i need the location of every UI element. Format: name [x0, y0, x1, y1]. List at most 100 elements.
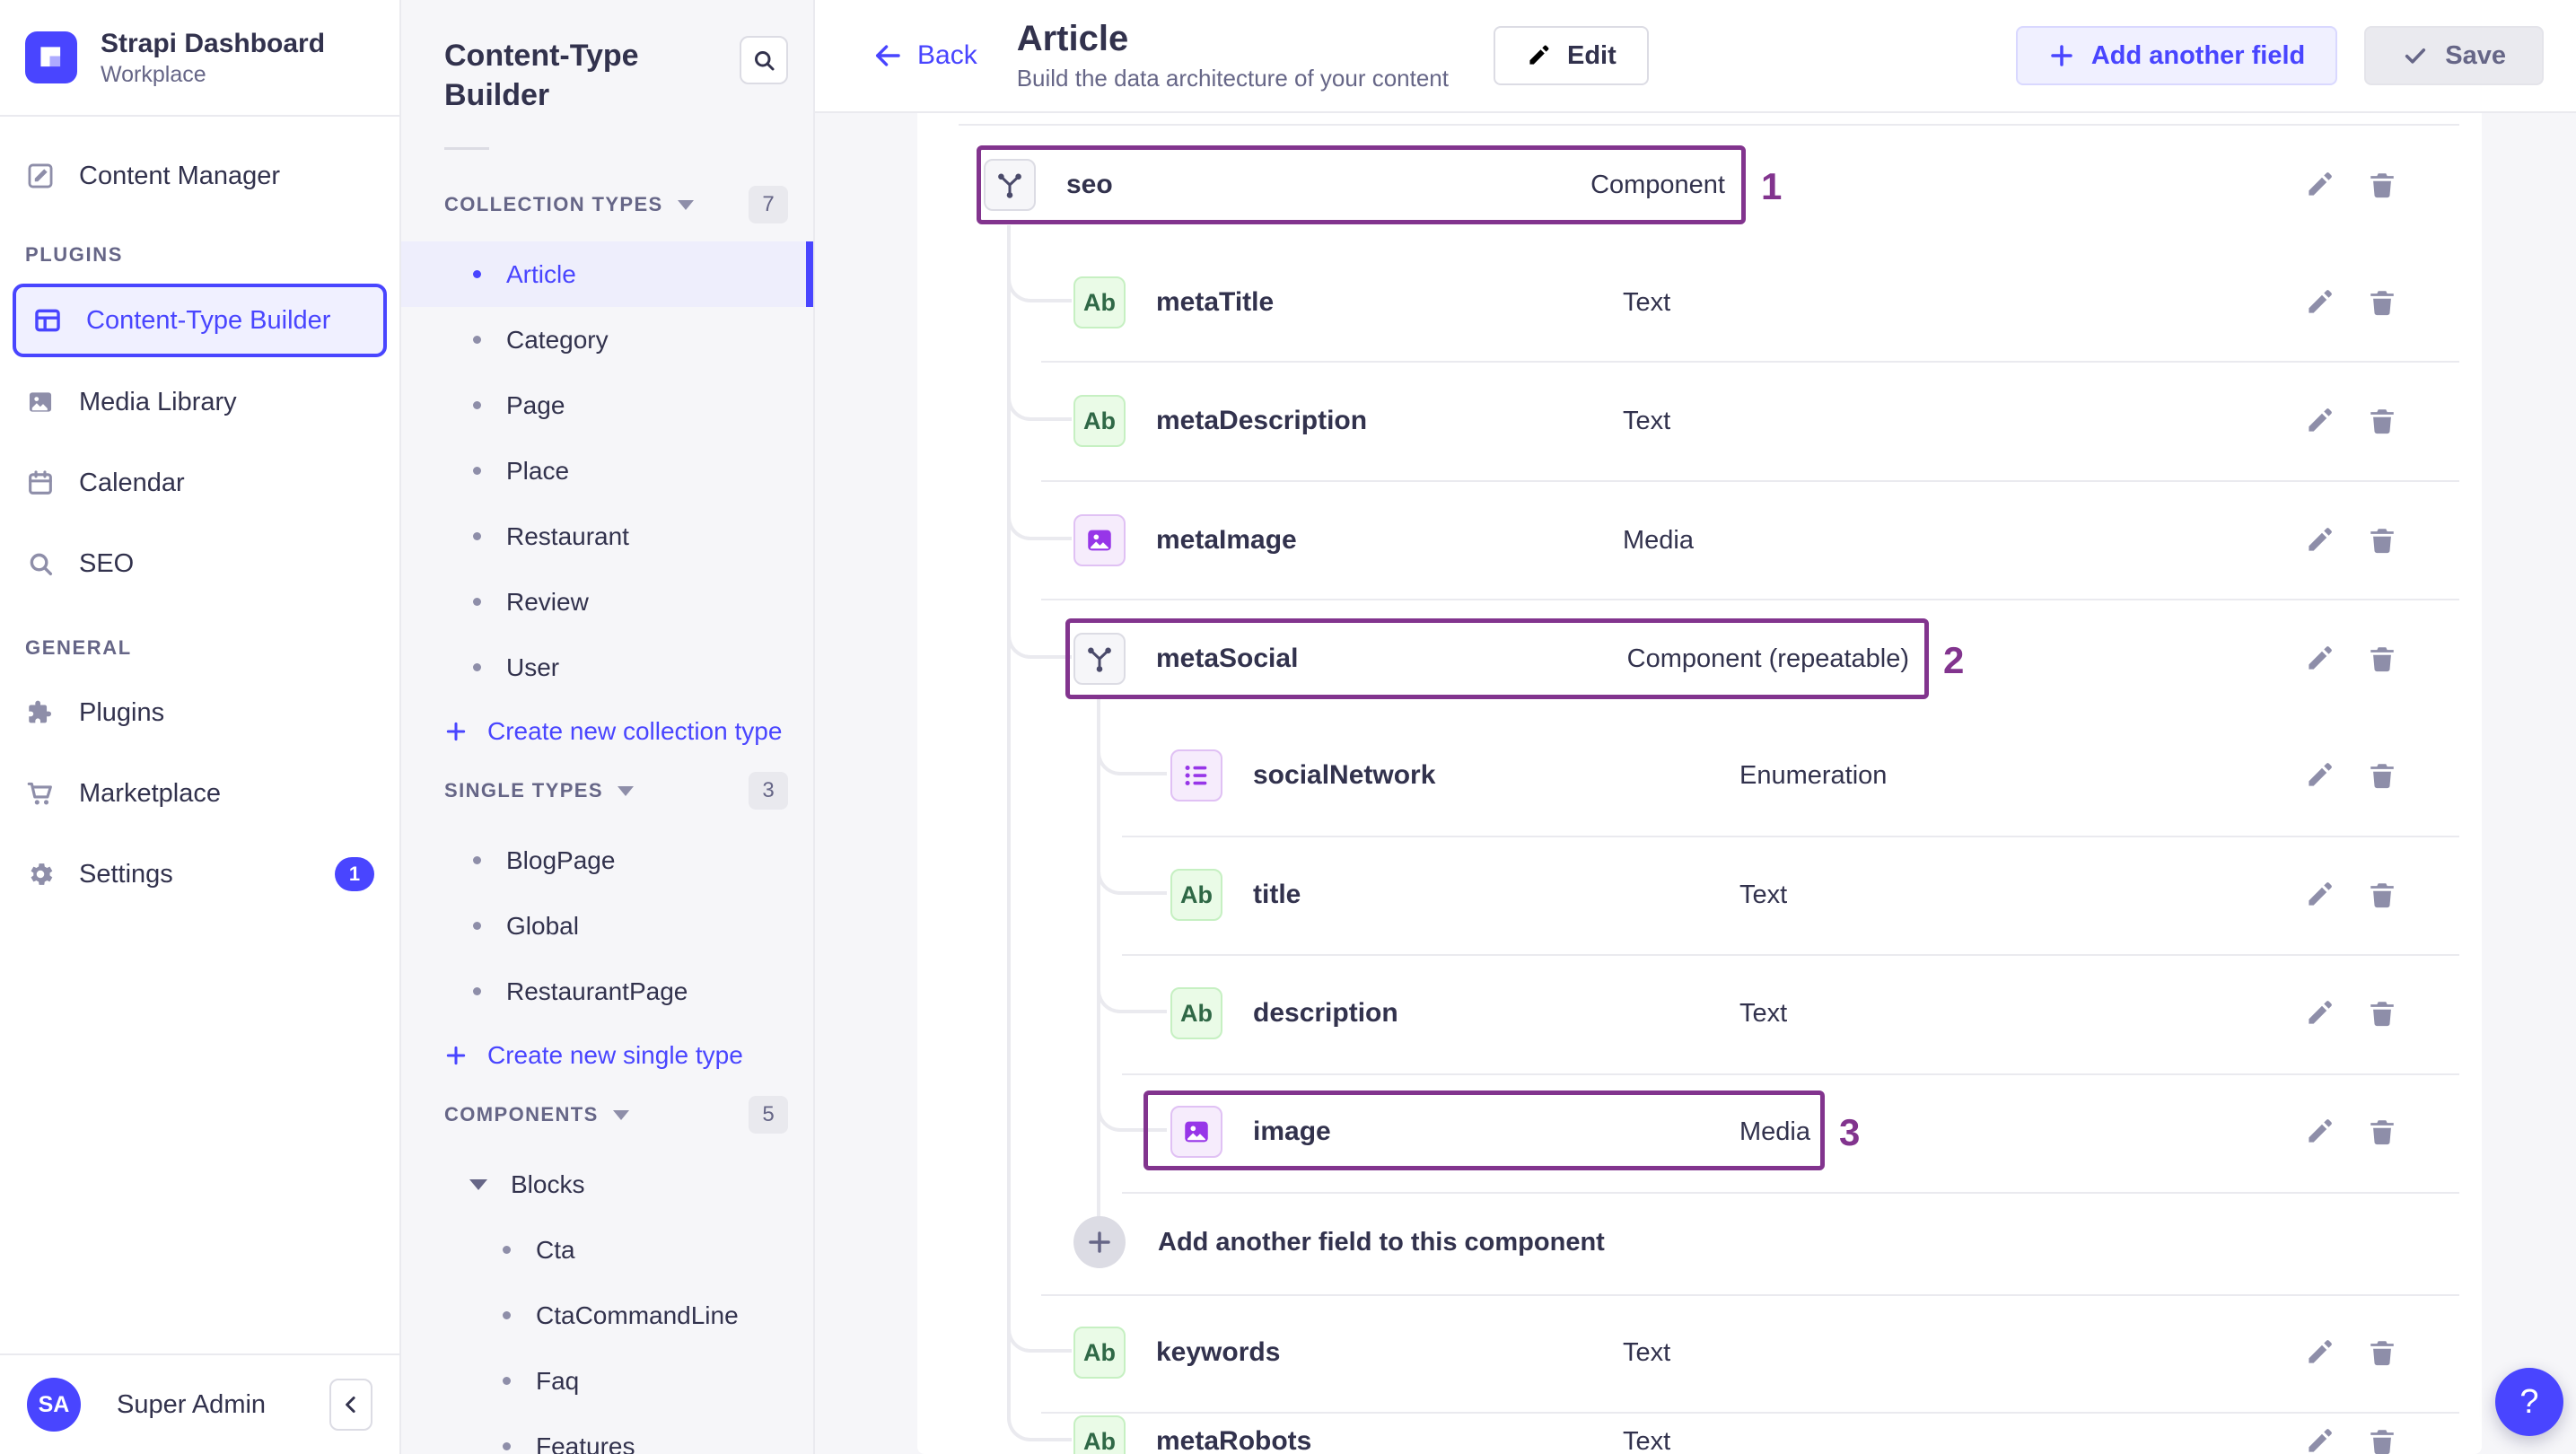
group-components[interactable]: COMPONENTS 5: [401, 1096, 813, 1134]
bullet-icon: [503, 1246, 511, 1255]
page-title: Article: [1016, 18, 1129, 58]
group-label: SINGLE TYPES: [444, 779, 603, 802]
delete-field-button[interactable]: [2367, 1117, 2397, 1147]
create-collection-type-link[interactable]: Create new collection type: [401, 700, 813, 763]
delete-field-button[interactable]: [2367, 170, 2397, 200]
bullet-icon: [473, 987, 481, 996]
search-icon: [25, 548, 56, 579]
sidebar-item-cta[interactable]: Cta: [401, 1217, 813, 1283]
field-type: Media: [1739, 1117, 1810, 1146]
sidebar-item-restaurantpage[interactable]: RestaurantPage: [401, 959, 813, 1024]
sidebar-item-content-manager[interactable]: Content Manager: [0, 144, 399, 208]
sidebar-item-seo[interactable]: SEO: [0, 531, 399, 596]
add-field-to-component-button[interactable]: Add another field to this component: [917, 1202, 2482, 1283]
add-field-to-component-label: Add another field to this component: [1158, 1227, 1605, 1257]
delete-field-button[interactable]: [2367, 1426, 2397, 1454]
help-button[interactable]: ?: [2495, 1368, 2563, 1436]
sidebar-item-label: Calendar: [79, 468, 185, 497]
sidebar-section-plugins: PLUGINS: [25, 243, 123, 266]
page-subtitle: Build the data architecture of your cont…: [1016, 64, 1449, 92]
pencil-icon: [2304, 644, 2335, 674]
edit-field-button[interactable]: [2304, 170, 2335, 200]
group-collection-types[interactable]: COLLECTION TYPES 7: [401, 186, 813, 224]
save-button[interactable]: Save: [2364, 26, 2544, 85]
sidebar-item-content-type-builder[interactable]: Content-Type Builder: [13, 284, 387, 357]
item-label: Place: [506, 456, 570, 485]
component-category-blocks[interactable]: Blocks: [401, 1152, 813, 1217]
edit-field-button[interactable]: [2304, 287, 2335, 318]
field-row-metasocial: metaSocial Component (repeatable): [917, 618, 2482, 699]
edit-field-button[interactable]: [2304, 760, 2335, 791]
add-another-field-button[interactable]: Add another field: [2015, 26, 2338, 85]
field-name: metaRobots: [1156, 1426, 1312, 1454]
sidebar-item-plugins[interactable]: Plugins: [0, 680, 399, 745]
media-field-icon: [1073, 514, 1126, 566]
delete-field-button[interactable]: [2367, 880, 2397, 910]
back-button[interactable]: Back: [872, 40, 977, 71]
trash-icon: [2367, 406, 2397, 436]
search-button[interactable]: [740, 36, 788, 84]
field-name: metaDescription: [1156, 406, 1368, 435]
edit-field-button[interactable]: [2304, 644, 2335, 674]
sidebar-item-category[interactable]: Category: [401, 307, 813, 372]
save-label: Save: [2445, 40, 2506, 70]
sidebar-item-article[interactable]: Article: [401, 241, 813, 308]
sidebar-item-label: Media Library: [79, 387, 237, 416]
sidebar-item-global[interactable]: Global: [401, 893, 813, 959]
plus-icon: [2048, 42, 2075, 69]
edit-field-button[interactable]: [2304, 525, 2335, 556]
delete-field-button[interactable]: [2367, 287, 2397, 318]
sidebar-item-features[interactable]: Features: [401, 1414, 813, 1454]
sidebar-item-blogpage[interactable]: BlogPage: [401, 828, 813, 893]
sidebar-item-place[interactable]: Place: [401, 438, 813, 504]
delete-field-button[interactable]: [2367, 998, 2397, 1029]
edit-field-button[interactable]: [2304, 406, 2335, 436]
edit-button[interactable]: Edit: [1494, 26, 1649, 85]
field-row-socialnetwork: socialNetwork Enumeration: [917, 735, 2482, 816]
field-name: metaSocial: [1156, 644, 1299, 673]
field-row-metadescription: Ab metaDescription Text: [917, 381, 2482, 461]
delete-field-button[interactable]: [2367, 1337, 2397, 1368]
sidebar-item-settings[interactable]: Settings 1: [0, 842, 399, 907]
bullet-icon: [473, 401, 481, 410]
text-field-icon: Ab: [1073, 395, 1126, 447]
group-single-types[interactable]: SINGLE TYPES 3: [401, 772, 813, 810]
sidebar-item-review[interactable]: Review: [401, 569, 813, 635]
content-type-builder-icon: [32, 305, 63, 336]
sidebar-item-label: SEO: [79, 548, 135, 578]
edit-field-button[interactable]: [2304, 1337, 2335, 1368]
edit-field-button[interactable]: [2304, 998, 2335, 1029]
sidebar-item-ctacommandline[interactable]: CtaCommandLine: [401, 1283, 813, 1348]
pencil-icon: [2304, 406, 2335, 436]
sidebar-item-restaurant[interactable]: Restaurant: [401, 504, 813, 569]
field-name: seo: [1066, 170, 1113, 199]
sidebar-item-page[interactable]: Page: [401, 372, 813, 438]
delete-field-button[interactable]: [2367, 644, 2397, 674]
avatar[interactable]: SA: [27, 1378, 81, 1432]
delete-field-button[interactable]: [2367, 525, 2397, 556]
puzzle-icon: [25, 697, 56, 728]
fields-card: seo Component Ab metaTitle Text Ab metaD…: [917, 113, 2482, 1454]
delete-field-button[interactable]: [2367, 406, 2397, 436]
field-row-metarobots: Ab metaRobots Text: [917, 1401, 2482, 1454]
create-single-type-link[interactable]: Create new single type: [401, 1024, 813, 1087]
chevron-down-icon: [469, 1178, 487, 1190]
brand-workspace: Workplace: [101, 61, 206, 87]
field-type: Text: [1623, 287, 1671, 317]
trash-icon: [2367, 1337, 2397, 1368]
sidebar-item-media-library[interactable]: Media Library: [0, 370, 399, 434]
edit-field-button[interactable]: [2304, 1426, 2335, 1454]
edit-field-button[interactable]: [2304, 1117, 2335, 1147]
pencil-icon: [2304, 880, 2335, 910]
bullet-icon: [473, 532, 481, 541]
component-icon: [1073, 633, 1126, 685]
delete-field-button[interactable]: [2367, 760, 2397, 791]
sidebar-item-marketplace[interactable]: Marketplace: [0, 761, 399, 826]
sidebar-item-calendar[interactable]: Calendar: [0, 451, 399, 515]
field-name: metaTitle: [1156, 287, 1275, 317]
sidebar-item-faq[interactable]: Faq: [401, 1348, 813, 1414]
edit-field-button[interactable]: [2304, 880, 2335, 910]
sidebar-item-label: Content Manager: [79, 161, 281, 190]
collapse-sidebar-button[interactable]: [329, 1379, 372, 1431]
sidebar-item-user[interactable]: User: [401, 635, 813, 700]
